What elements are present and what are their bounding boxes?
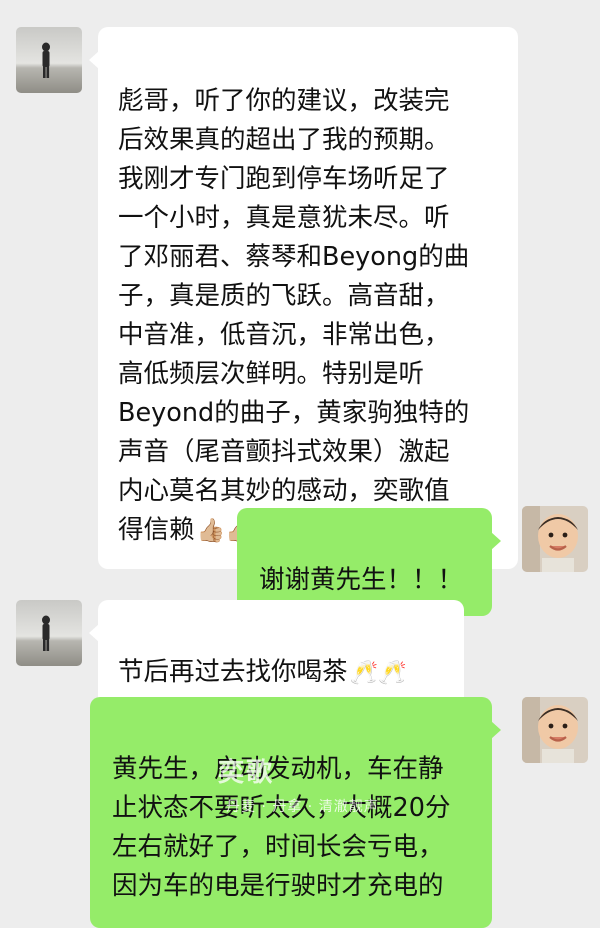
message-bubble-sent[interactable]: 黄先生，启动发动机，车在静 止状态不要听太久，大概20分 左右就好了，时间长会亏… — [90, 697, 501, 928]
contact-avatar[interactable] — [16, 600, 82, 666]
user-avatar-image — [522, 697, 588, 763]
user-avatar[interactable] — [522, 697, 588, 763]
message-text: 彪哥，听了你的建议，改装完 后效果真的超出了我的预期。 我刚才专门跑到停车场听足… — [118, 86, 470, 545]
contact-avatar[interactable] — [16, 27, 82, 93]
message-text: 节后再过去找你喝茶 — [118, 657, 348, 687]
contact-avatar-image — [16, 27, 82, 93]
message-text: 谢谢黄先生！！！ — [259, 565, 464, 595]
contact-avatar-image — [16, 600, 82, 666]
message-bubble-received[interactable]: 节后再过去找你喝茶🥂🥂 — [89, 600, 464, 709]
user-avatar[interactable] — [522, 506, 588, 572]
cheers-emoji-icon: 🥂🥂 — [349, 660, 407, 686]
user-avatar-image — [522, 506, 588, 572]
message-bubble-received[interactable]: 彪哥，听了你的建议，改装完 后效果真的超出了我的预期。 我刚才专门跑到停车场听足… — [89, 27, 518, 569]
message-text: 黄先生，启动发动机，车在静 止状态不要听太久，大概20分 左右就好了，时间长会亏… — [112, 754, 451, 901]
